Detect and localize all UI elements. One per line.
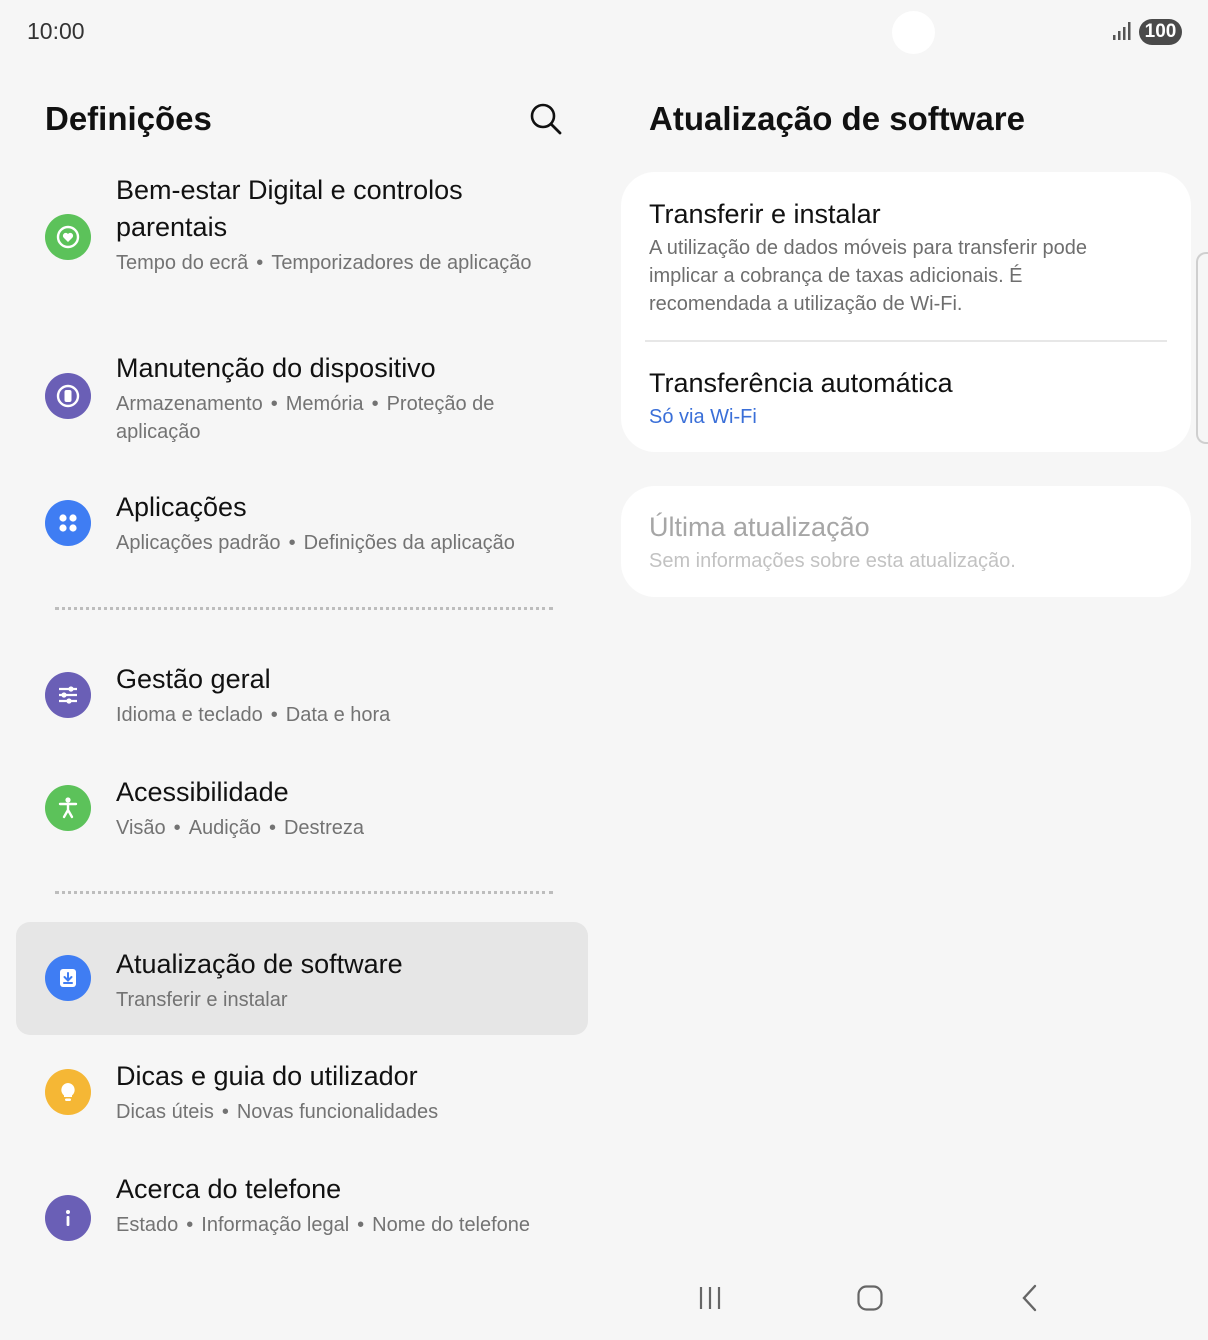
about-phone-icon <box>45 1195 91 1241</box>
settings-item-device-care[interactable]: Manutenção do dispositivo Armazenamento •… <box>16 344 588 464</box>
last-update-card: Última atualização Sem informações sobre… <box>621 486 1191 597</box>
item-subtitle: Transferir e instalar <box>116 989 288 1011</box>
download-install-row[interactable]: Transferir e instalar A utilização de da… <box>649 196 1119 318</box>
auto-download-row[interactable]: Transferência automática Só via Wi-Fi <box>649 365 1119 431</box>
settings-item-accessibility[interactable]: Acessibilidade Visão • Audição • Destreza <box>16 767 588 857</box>
battery-icon: 100 <box>1139 19 1182 45</box>
section-divider <box>55 607 553 610</box>
item-subtitle: Armazenamento • Memória • Proteção de aplica… <box>116 393 495 443</box>
settings-item-tips[interactable]: Dicas e guia do utilizador Dicas úteis • N… <box>16 1051 588 1141</box>
item-title: Dicas e guia do utilizador <box>116 1061 418 1091</box>
last-update-row: Última atualização Sem informações sobre… <box>649 509 1119 575</box>
back-icon <box>1015 1283 1045 1318</box>
last-update-desc: Sem informações sobre esta atualização. <box>649 550 1016 572</box>
settings-item-about-phone[interactable]: Acerca do telefone Estado • Informação leg… <box>16 1164 588 1274</box>
tips-icon <box>45 1069 91 1115</box>
device-care-icon <box>45 373 91 419</box>
settings-item-apps[interactable]: Aplicações Aplicações padrão • Definições … <box>16 484 588 574</box>
item-title: Manutenção do dispositivo <box>116 353 436 383</box>
item-title: Bem-estar Digital e controlos parentais <box>116 175 463 242</box>
item-subtitle: Dicas úteis • Novas funcionalidades <box>116 1101 439 1123</box>
item-title: Gestão geral <box>116 664 271 694</box>
pane-resize-handle[interactable] <box>1196 252 1208 444</box>
item-subtitle: Estado • Informação legal • Nome do telefone <box>116 1214 531 1236</box>
item-title: Atualização de software <box>116 949 403 979</box>
detail-title: Atualização de software <box>649 100 1025 137</box>
apps-icon <box>45 500 91 546</box>
download-install-title: Transferir e instalar <box>649 199 881 229</box>
back-button[interactable] <box>1000 1278 1060 1322</box>
last-update-title: Última atualização <box>649 512 870 542</box>
camera-cutout <box>892 11 935 54</box>
settings-item-digital-wellbeing[interactable]: Bem-estar Digital e controlos parentais … <box>16 168 588 318</box>
item-title: Acerca do telefone <box>116 1174 342 1204</box>
auto-download-value: Só via Wi-Fi <box>649 406 757 428</box>
section-divider <box>55 891 553 894</box>
auto-download-title: Transferência automática <box>649 368 953 398</box>
download-install-desc: A utilização de dados móveis para transf… <box>649 237 1088 315</box>
recents-button[interactable] <box>680 1278 740 1322</box>
status-bar: 10:00 100 <box>0 0 1208 64</box>
settings-item-software-update[interactable]: Atualização de software Transferir e ins… <box>16 922 588 1035</box>
item-subtitle: Tempo do ecrã • Temporizadores de aplicaçã… <box>116 252 532 274</box>
recents-icon <box>695 1283 725 1318</box>
row-divider <box>645 340 1167 342</box>
page-title: Definições <box>45 100 212 137</box>
settings-list-pane: Definições Bem-estar Digital e controlos… <box>0 64 604 1274</box>
search-button[interactable] <box>527 100 565 138</box>
software-update-icon <box>45 955 91 1001</box>
settings-item-general-management[interactable]: Gestão geral Idioma e teclado • Data e hor… <box>16 654 588 744</box>
item-title: Aplicações <box>116 492 247 522</box>
item-subtitle: Aplicações padrão • Definições da aplicaçã… <box>116 532 515 554</box>
signal-icon <box>1112 21 1132 46</box>
general-management-icon <box>45 672 91 718</box>
status-time: 10:00 <box>27 18 85 44</box>
home-icon <box>855 1283 885 1318</box>
search-icon <box>527 103 565 142</box>
item-subtitle: Visão • Audição • Destreza <box>116 817 365 839</box>
item-subtitle: Idioma e teclado • Data e hora <box>116 704 391 726</box>
item-title: Acessibilidade <box>116 777 289 807</box>
accessibility-icon <box>45 785 91 831</box>
home-button[interactable] <box>840 1278 900 1322</box>
digital-wellbeing-icon <box>45 214 91 260</box>
update-options-card: Transferir e instalar A utilização de da… <box>621 172 1191 452</box>
